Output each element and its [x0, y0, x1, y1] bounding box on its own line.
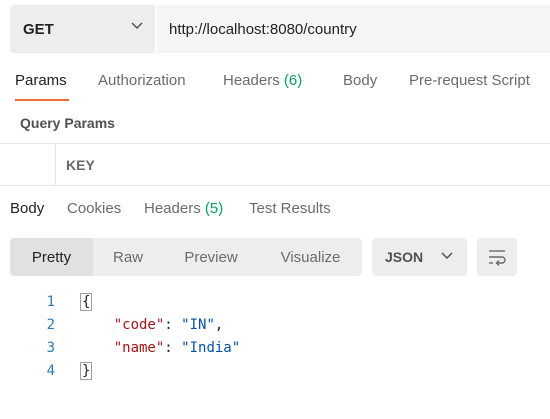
view-visualize-button[interactable]: Visualize: [259, 238, 362, 276]
tab-prerequest-script[interactable]: Pre-request Script: [409, 72, 530, 89]
wrap-lines-button[interactable]: [477, 238, 517, 276]
response-tab-headers[interactable]: Headers (5): [144, 200, 223, 217]
json-value: "India": [181, 340, 241, 356]
tab-params[interactable]: Params: [15, 72, 67, 89]
json-value: "IN": [181, 317, 215, 333]
response-tabs: Body Cookies Headers (5) Test Results: [0, 196, 550, 226]
code-line: 3 "name": "India": [0, 336, 550, 359]
response-tab-headers-label: Headers: [144, 200, 201, 217]
key-column-header: KEY: [66, 157, 95, 173]
open-brace: {: [80, 293, 93, 311]
code-line: 2 "code": "IN",: [0, 313, 550, 336]
params-table: KEY: [0, 143, 550, 186]
active-tab-indicator: [15, 99, 69, 101]
request-bar: GET http://localhost:8080/country: [10, 5, 550, 53]
query-params-title: Query Params: [20, 115, 115, 131]
wrap-lines-icon: [489, 250, 506, 266]
chevron-down-icon: [441, 252, 453, 260]
tab-headers[interactable]: Headers (6): [223, 72, 302, 89]
request-tabs: Params Authorization Headers (6) Body Pr…: [0, 62, 550, 104]
tab-body[interactable]: Body: [343, 72, 377, 89]
line-number: 1: [46, 294, 55, 310]
code-line: 1 {: [0, 290, 550, 313]
params-checkbox-column: [0, 144, 56, 185]
url-input[interactable]: http://localhost:8080/country: [157, 5, 550, 53]
format-label: JSON: [385, 249, 424, 265]
headers-count-badge: (6): [283, 72, 303, 89]
code-text: }: [80, 362, 93, 380]
view-pretty-button[interactable]: Pretty: [10, 238, 93, 276]
view-preview-button[interactable]: Preview: [163, 238, 259, 276]
view-mode-control: Pretty Raw Preview Visualize: [10, 238, 362, 276]
code-line: 4 }: [0, 359, 550, 382]
view-raw-button[interactable]: Raw: [93, 238, 163, 276]
line-number: 2: [46, 317, 55, 333]
response-body-code: 1 { 2 "code": "IN", 3 "name": "India" 4 …: [0, 290, 550, 382]
format-select[interactable]: JSON: [372, 238, 467, 276]
close-brace: }: [80, 362, 93, 380]
response-tab-body[interactable]: Body: [10, 200, 44, 217]
code-text: {: [80, 293, 93, 311]
code-text: "code": "IN",: [113, 317, 224, 333]
method-label: GET: [23, 20, 54, 38]
response-headers-count-badge: (5): [204, 200, 224, 217]
response-tab-cookies[interactable]: Cookies: [67, 200, 121, 217]
method-select[interactable]: GET: [10, 5, 155, 53]
chevron-down-icon: [131, 22, 143, 30]
code-text: "name": "India": [113, 340, 241, 356]
tab-headers-label: Headers: [223, 72, 280, 89]
response-tab-test-results[interactable]: Test Results: [249, 200, 331, 217]
line-number: 4: [46, 363, 55, 379]
json-key: "name": [113, 340, 165, 356]
json-key: "code": [113, 317, 165, 333]
line-number: 3: [46, 340, 55, 356]
tab-authorization[interactable]: Authorization: [98, 72, 186, 89]
